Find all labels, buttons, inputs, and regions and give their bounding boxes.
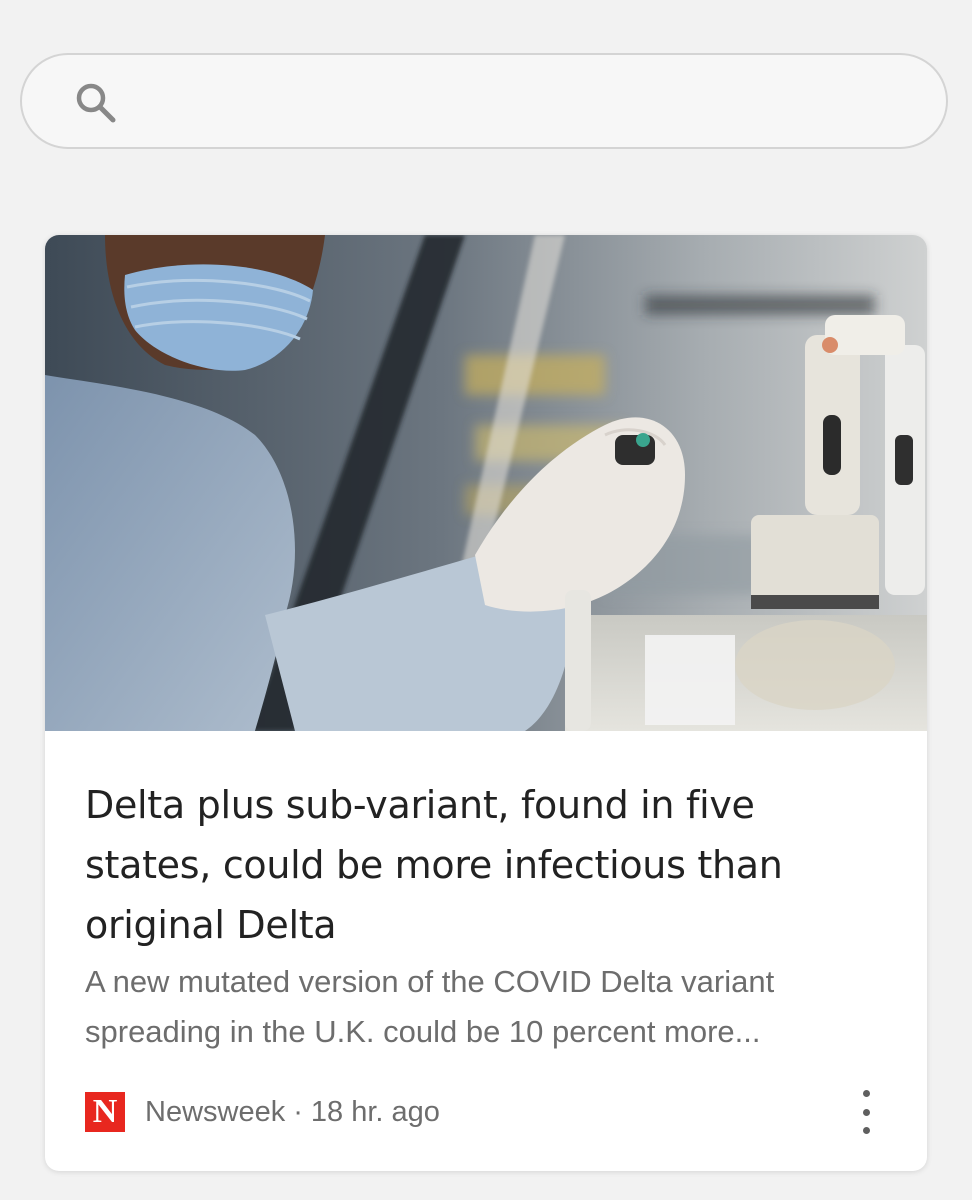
article-headline[interactable]: Delta plus sub-variant, found in five st… [85,775,885,955]
more-vert-dot [862,1108,870,1116]
search-input[interactable] [142,77,926,129]
article-source: N Newsweek · 18 hr. ago [85,1092,885,1132]
page: Delta plus sub-variant, found in five st… [0,0,972,1200]
newsweek-logo-icon: N [85,1092,125,1132]
article-snippet: A new mutated version of the COVID Delta… [85,964,775,1049]
more-vert-dot [862,1127,870,1134]
search-icon[interactable] [74,81,118,125]
publish-time: 18 hr. ago [310,1095,440,1128]
news-card[interactable]: Delta plus sub-variant, found in five st… [45,235,927,1171]
source-separator: · [293,1095,303,1128]
search-bar[interactable] [20,53,948,149]
more-vert-icon [862,1090,870,1097]
article-image[interactable] [45,235,927,731]
more-options-button[interactable] [851,1090,881,1134]
source-name: Newsweek [145,1095,286,1128]
